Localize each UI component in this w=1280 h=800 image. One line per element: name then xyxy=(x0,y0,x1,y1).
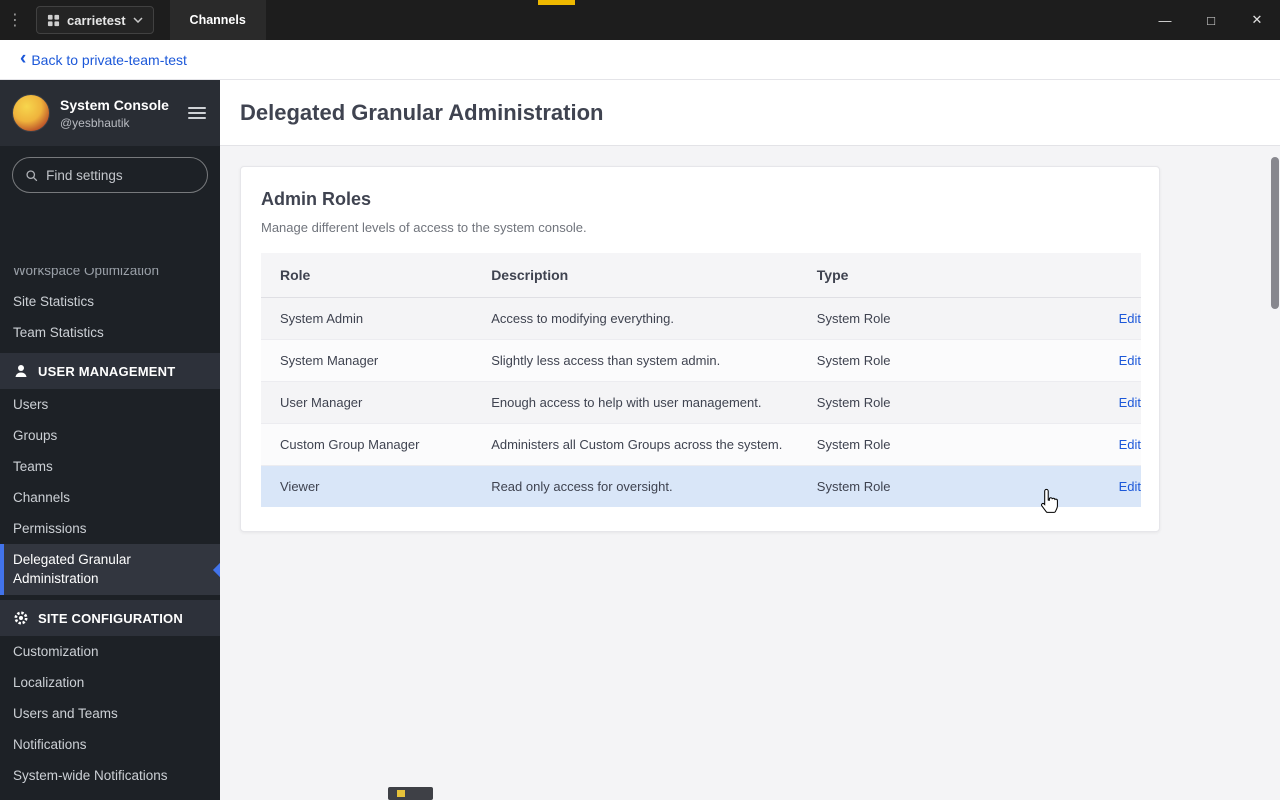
sidebar-item-channels[interactable]: Channels xyxy=(0,482,220,513)
sidebar-item-workspace-optimization[interactable]: Workspace Optimization xyxy=(0,268,220,286)
screen-artifact-top xyxy=(538,0,575,5)
description-cell: Enough access to help with user manageme… xyxy=(472,381,798,424)
description-cell: Access to modifying everything. xyxy=(491,311,674,326)
find-settings-search[interactable] xyxy=(12,157,208,193)
role-cell: Viewer xyxy=(261,465,473,507)
sidebar-header: System Console @yesbhautik xyxy=(0,80,220,146)
sidebar-item-teams[interactable]: Teams xyxy=(0,451,220,482)
team-name: carrietest xyxy=(67,12,126,28)
sidebar-item-localization[interactable]: Localization xyxy=(0,667,220,698)
type-cell: System Role xyxy=(797,423,1009,466)
back-link-label: Back to private-team-test xyxy=(31,51,187,68)
sidebar-item-system-wide-notifications[interactable]: System-wide Notifications xyxy=(0,760,220,791)
card-subtitle: Manage different levels of access to the… xyxy=(261,220,587,235)
card-heading: Admin Roles xyxy=(261,189,372,209)
window-titlebar: ⋮ carrietest Channels — □ ✕ xyxy=(0,0,1280,40)
sidebar-item-users[interactable]: Users xyxy=(0,389,220,420)
description-cell: Slightly less access than system admin. xyxy=(472,339,798,382)
sidebar-item-users-and-teams[interactable]: Users and Teams xyxy=(0,698,220,729)
sidebar-item-customization[interactable]: Customization xyxy=(0,636,220,667)
edit-link[interactable]: Edit xyxy=(1119,479,1141,494)
system-console-sidebar: System Console @yesbhautik Workspace Opt… xyxy=(0,80,220,800)
gear-icon xyxy=(14,611,28,625)
grid-icon xyxy=(47,14,60,26)
section-label: USER MANAGEMENT xyxy=(38,363,176,379)
back-bar: ‹ Back to private-team-test xyxy=(0,40,1280,80)
section-user-management: USER MANAGEMENT xyxy=(0,353,220,389)
type-cell: System Role xyxy=(797,381,1009,424)
chevron-down-icon xyxy=(133,17,143,23)
column-header-role: Role xyxy=(261,253,473,298)
role-cell: User Manager xyxy=(261,381,473,424)
window-controls: — □ ✕ xyxy=(1142,0,1280,40)
sidebar-item-permissions[interactable]: Permissions xyxy=(0,513,220,544)
sidebar-item-groups[interactable]: Groups xyxy=(0,420,220,451)
sidebar-item-emoji[interactable]: Emoji xyxy=(0,791,220,800)
type-cell: System Role xyxy=(797,465,1009,507)
chevron-left-icon: ‹ xyxy=(20,47,27,69)
main-content: Admin Roles Manage different levels of a… xyxy=(220,146,1280,800)
section-label: SITE CONFIGURATION xyxy=(38,610,183,626)
page-title: Delegated Granular Administration xyxy=(240,99,604,125)
column-header-actions xyxy=(1008,253,1141,298)
admin-roles-card: Admin Roles Manage different levels of a… xyxy=(240,166,1160,532)
sidebar-username: @yesbhautik xyxy=(60,115,130,130)
table-row: Custom Group Manager Administers all Cus… xyxy=(261,423,1141,466)
back-link[interactable]: ‹ Back to private-team-test xyxy=(20,47,187,69)
table-header-row: Role Description Type xyxy=(261,253,1141,298)
description-cell: Read only access for oversight. xyxy=(472,465,798,507)
section-site-configuration: SITE CONFIGURATION xyxy=(0,600,220,636)
kebab-menu-icon[interactable]: ⋮ xyxy=(0,10,30,30)
edit-link[interactable]: Edit xyxy=(1119,437,1141,452)
table-row: System Manager Slightly less access than… xyxy=(261,339,1141,382)
column-header-description: Description xyxy=(472,253,798,298)
edit-link[interactable]: Edit xyxy=(1119,353,1141,368)
sidebar-title: System Console xyxy=(60,96,169,113)
close-button[interactable]: ✕ xyxy=(1234,0,1280,40)
role-cell: Custom Group Manager xyxy=(261,423,473,466)
users-icon xyxy=(15,365,27,377)
table-row: User Manager Enough access to help with … xyxy=(261,381,1141,424)
type-cell: System Role xyxy=(816,311,891,326)
column-header-type: Type xyxy=(797,253,1009,298)
sidebar-item-delegated-granular-administration[interactable]: Delegated Granular Administration xyxy=(0,544,220,595)
description-cell: Administers all Custom Groups across the… xyxy=(472,423,798,466)
search-input[interactable] xyxy=(46,167,195,183)
table-row: System Admin Access to modifying everyth… xyxy=(261,297,1141,340)
sidebar-item-team-statistics[interactable]: Team Statistics xyxy=(0,317,220,348)
screen-artifact-bottom xyxy=(388,787,433,800)
edit-link[interactable]: Edit xyxy=(1119,395,1141,410)
sidebar-item-site-statistics[interactable]: Site Statistics xyxy=(0,286,220,317)
sidebar-item-notifications[interactable]: Notifications xyxy=(0,729,220,760)
table-row-hovered: Viewer Read only access for oversight. S… xyxy=(261,465,1141,507)
vertical-scrollbar xyxy=(1270,146,1280,800)
role-cell: System Manager xyxy=(261,339,473,382)
sidebar-nav: Workspace Optimization Site Statistics T… xyxy=(0,268,220,800)
edit-link[interactable]: Edit xyxy=(1119,311,1141,326)
main-header: Delegated Granular Administration xyxy=(220,80,1280,146)
minimize-button[interactable]: — xyxy=(1142,0,1188,40)
team-switcher-button[interactable]: carrietest xyxy=(36,6,154,34)
search-icon xyxy=(26,169,38,181)
hamburger-menu-icon[interactable] xyxy=(186,103,208,123)
admin-roles-table: Role Description Type System Admin Acces… xyxy=(261,253,1141,507)
scrollbar-thumb[interactable] xyxy=(1271,157,1279,309)
maximize-button[interactable]: □ xyxy=(1188,0,1234,40)
tab-channels[interactable]: Channels xyxy=(169,0,266,40)
role-cell: System Admin xyxy=(280,311,364,326)
type-cell: System Role xyxy=(797,339,1009,382)
avatar xyxy=(12,94,50,132)
